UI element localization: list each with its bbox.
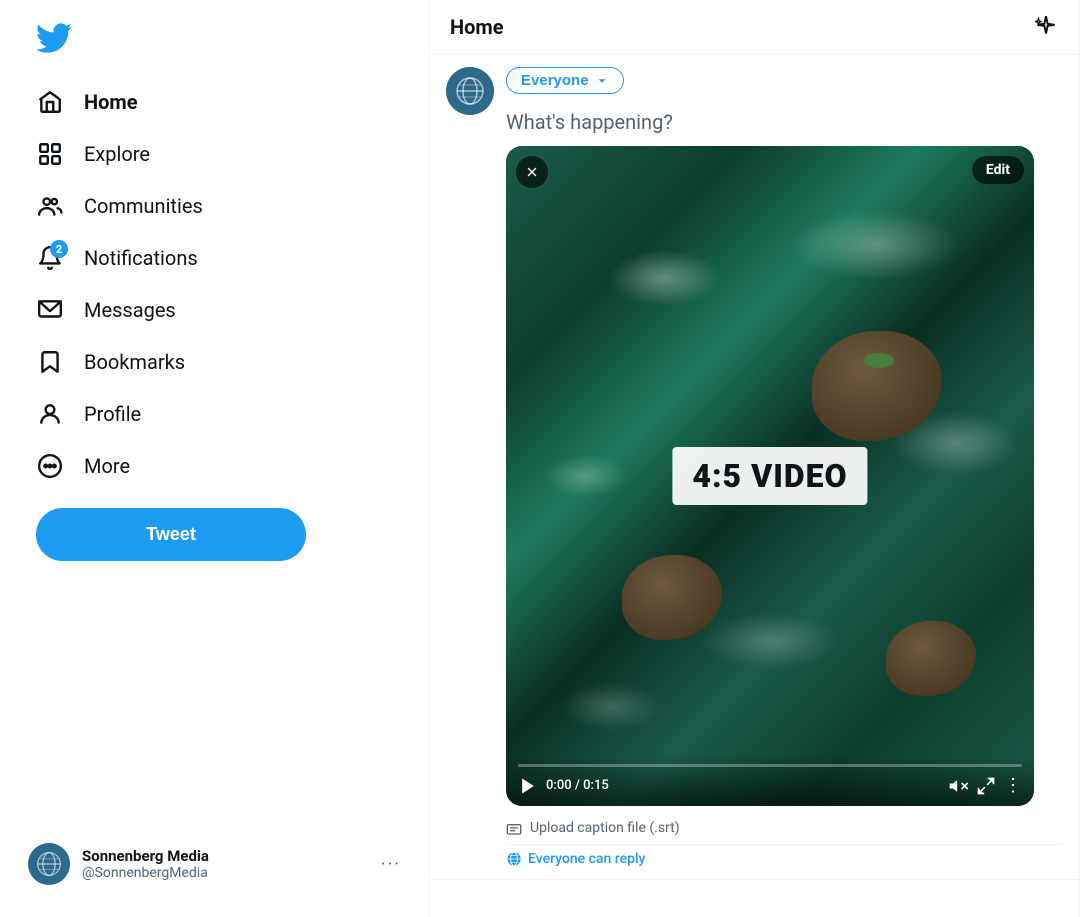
sidebar-item-messages[interactable]: Messages [20,284,409,336]
messages-icon [36,296,64,324]
sidebar-nav: Home Explore [20,76,409,492]
compose-right: Everyone What's happening? [506,67,1063,879]
sidebar-item-home[interactable]: Home [20,76,409,128]
sidebar-item-label-profile: Profile [84,402,141,426]
controls-right: ⋮ [948,775,1022,796]
everyone-reply-row: Everyone can reply [506,844,1063,879]
video-label-overlay: 4:5 VIDEO [672,447,867,505]
twitter-logo[interactable] [20,8,409,72]
video-controls: 0:00 / 0:15 [506,756,1034,806]
notification-badge: 2 [50,240,68,258]
user-name: Sonnenberg Media [82,847,369,865]
caption-row[interactable]: Upload caption file (.srt) [506,814,1063,840]
compose-area: Everyone What's happening? [430,55,1079,880]
sidebar-item-label-notifications: Notifications [84,246,198,270]
tweet-button[interactable]: Tweet [36,508,306,561]
user-profile[interactable]: Sonnenberg Media @SonnenbergMedia ··· [16,831,413,897]
main-content: Home [430,0,1080,917]
main-header: Home [430,0,1079,55]
page-title: Home [450,15,504,39]
progress-bar[interactable] [518,764,1022,767]
sidebar-item-label-communities: Communities [84,194,203,218]
everyone-reply-label[interactable]: Everyone can reply [528,851,645,867]
sidebar-item-notifications[interactable]: 2 Notifications [20,232,409,284]
audience-button[interactable]: Everyone [506,67,624,94]
explore-icon [36,140,64,168]
compose-placeholder[interactable]: What's happening? [506,102,1063,146]
caption-label: Upload caption file (.srt) [530,820,680,836]
rock-moss [864,353,894,368]
video-close-button[interactable] [516,156,548,188]
sidebar-item-label-explore: Explore [84,142,150,166]
sidebar-item-explore[interactable]: Explore [20,128,409,180]
sidebar-item-label-more: More [84,454,130,478]
audience-label: Everyone [521,72,589,89]
sidebar-item-label-bookmarks: Bookmarks [84,350,185,374]
user-handle: @SonnenbergMedia [82,865,369,881]
sidebar-item-communities[interactable]: Communities [20,180,409,232]
user-info: Sonnenberg Media @SonnenbergMedia [82,847,369,881]
profile-icon [36,400,64,428]
communities-icon [36,192,64,220]
sidebar-item-bookmarks[interactable]: Bookmarks [20,336,409,388]
notifications-icon: 2 [36,244,64,272]
fullscreen-button[interactable] [976,776,996,796]
sidebar-item-label-home: Home [84,90,138,114]
bookmarks-icon [36,348,64,376]
sidebar: Home Explore [0,0,430,917]
compose-top: Everyone What's happening? [446,67,1063,879]
play-button[interactable] [518,776,538,796]
video-container: 4:5 VIDEO Edit [506,146,1034,806]
mute-button[interactable] [948,776,968,796]
sidebar-item-label-messages: Messages [84,298,176,322]
controls-row: 0:00 / 0:15 [518,775,1022,796]
user-more-button[interactable]: ··· [381,854,401,875]
more-icon [36,452,64,480]
video-more-button[interactable]: ⋮ [1004,775,1022,796]
avatar [28,843,70,885]
home-icon [36,88,64,116]
video-label-text: 4:5 VIDEO [692,457,847,495]
sparkle-icon[interactable] [1033,14,1059,40]
sidebar-item-profile[interactable]: Profile [20,388,409,440]
video-edit-button[interactable]: Edit [972,156,1024,184]
compose-avatar [446,67,494,115]
time-display: 0:00 / 0:15 [546,778,940,793]
sidebar-item-more[interactable]: More [20,440,409,492]
